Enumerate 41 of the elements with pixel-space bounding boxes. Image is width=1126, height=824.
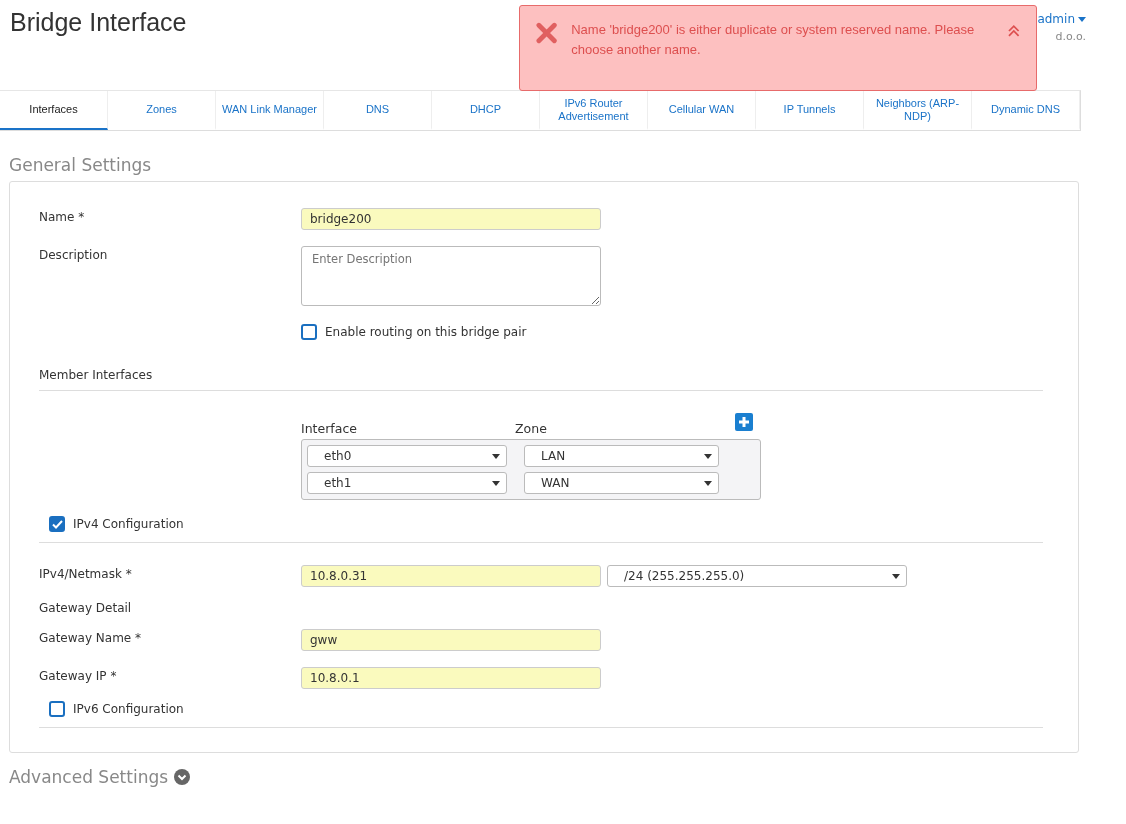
gateway-name-field[interactable]: gww (301, 629, 601, 651)
checkbox-label: IPv4 Configuration (73, 517, 184, 531)
expand-icon[interactable] (174, 769, 191, 785)
checkbox[interactable] (49, 516, 65, 532)
column-header: Zone (515, 421, 548, 436)
page-title: Bridge Interface (10, 8, 187, 38)
field-label: Name * (39, 209, 86, 224)
error-message: Name 'bridge200' is either duplicate or system reserved name. Please choose another name. (571, 21, 976, 59)
user-menu[interactable]: admin (1037, 12, 1086, 26)
caret-icon (492, 480, 500, 486)
add-icon[interactable] (735, 413, 753, 431)
ip-address-field[interactable]: 10.8.0.31 (301, 565, 601, 587)
field-label: IPv4/Netmask * (39, 566, 133, 581)
description-field[interactable]: Enter Description (301, 246, 601, 306)
section-title: General Settings (9, 155, 153, 175)
gateway-ip-field[interactable]: 10.8.0.1 (301, 667, 601, 689)
dropdown[interactable]: eth0 (307, 445, 507, 467)
dropdown[interactable]: LAN (524, 445, 719, 467)
field-label: Gateway IP * (39, 668, 118, 683)
collapse-icon[interactable] (1008, 24, 1020, 38)
subsection-title: Gateway Detail (39, 601, 132, 615)
caret-icon (704, 480, 712, 486)
caret-icon (492, 453, 500, 459)
company-name: d.o.o. (1055, 30, 1086, 43)
subsection-title: Member Interfaces (39, 368, 153, 382)
caret-icon (892, 573, 900, 579)
field-label: Gateway Name * (39, 630, 143, 645)
dropdown[interactable]: WAN (524, 472, 719, 494)
caret-icon (1078, 16, 1086, 22)
section-title: Advanced Settings (9, 767, 169, 787)
dropdown[interactable]: /24 (255.255.255.0) (607, 565, 907, 587)
column-header: Interface (301, 421, 358, 436)
checkbox[interactable] (49, 701, 65, 717)
checkbox-label: Enable routing on this bridge pair (325, 325, 527, 339)
checkbox[interactable] (301, 324, 317, 340)
caret-icon (704, 453, 712, 459)
field-label: Description (39, 247, 109, 262)
dropdown[interactable]: eth1 (307, 472, 507, 494)
checkbox-label: IPv6 Configuration (73, 702, 184, 716)
name-field[interactable]: bridge200 (301, 208, 601, 230)
tab[interactable]: Interfaces (0, 91, 108, 130)
